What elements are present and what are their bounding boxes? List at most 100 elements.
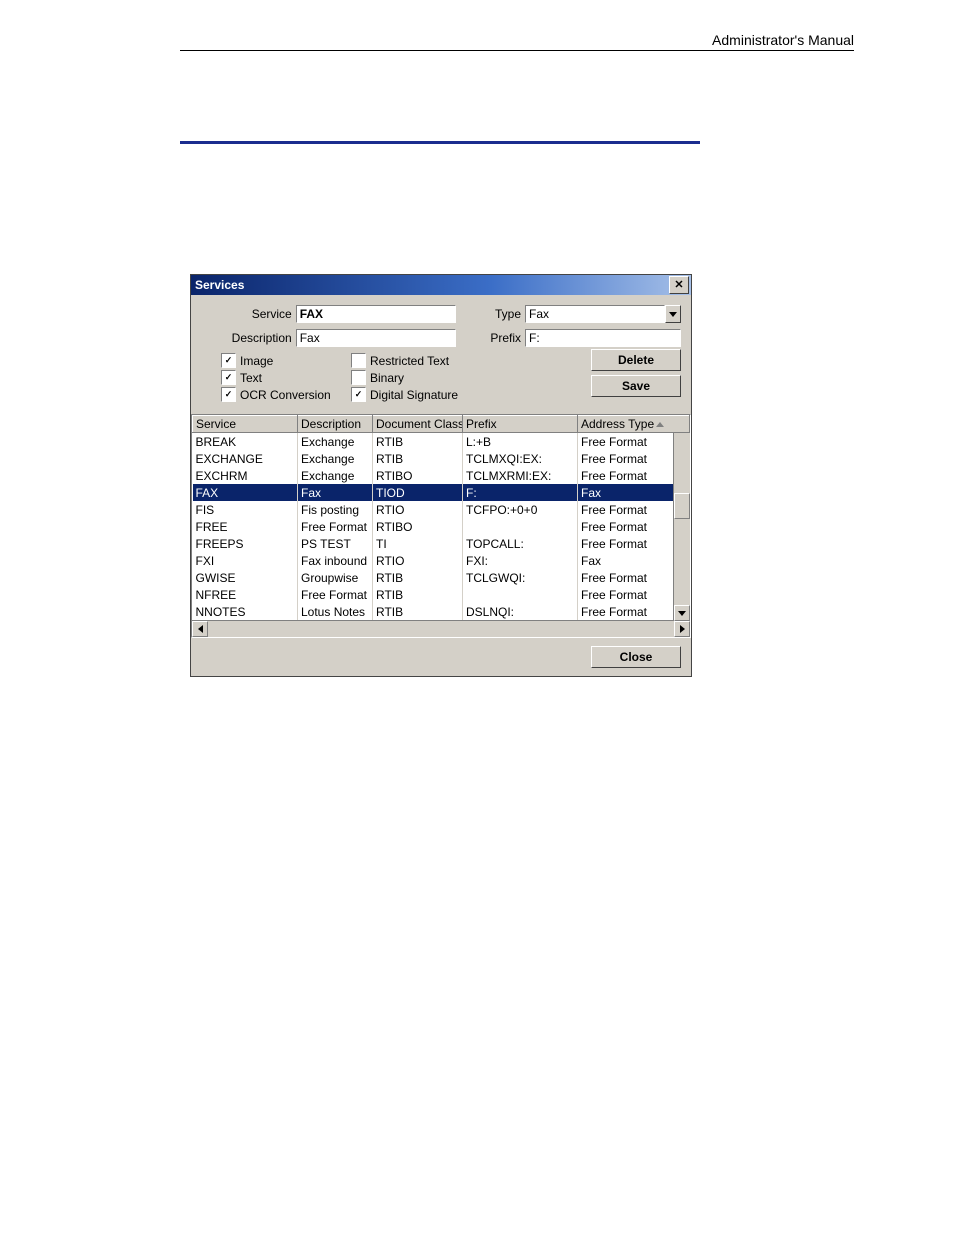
- close-icon[interactable]: ✕: [669, 276, 689, 294]
- scroll-down-icon[interactable]: [674, 605, 690, 621]
- checkbox-label: Digital Signature: [370, 388, 458, 402]
- table-cell: TCLMXQI:EX:: [463, 450, 578, 467]
- checkbox-label: Restricted Text: [370, 354, 449, 368]
- table-cell: Fis posting: [298, 501, 373, 518]
- table-cell: TIOD: [373, 484, 463, 501]
- table-row[interactable]: FAXFaxTIODF:Fax: [193, 484, 690, 501]
- column-header[interactable]: Address Type: [578, 416, 690, 433]
- table-cell: FXI:: [463, 552, 578, 569]
- table-cell: RTIB: [373, 450, 463, 467]
- prefix-field[interactable]: [525, 329, 681, 347]
- table-row[interactable]: FREEFree FormatRTIBOFree Format: [193, 518, 690, 535]
- checkbox-restricted[interactable]: Restricted Text: [351, 353, 501, 368]
- checkbox-icon[interactable]: ✓: [221, 387, 236, 402]
- services-dialog: Services ✕ Service Type Description Pref…: [190, 274, 692, 677]
- table-row[interactable]: EXCHANGEExchangeRTIBTCLMXQI:EX:Free Form…: [193, 450, 690, 467]
- table-cell: GWISE: [193, 569, 298, 586]
- table-row[interactable]: FXIFax inboundRTIOFXI:Fax: [193, 552, 690, 569]
- table-cell: FREEPS: [193, 535, 298, 552]
- table-cell: TCLMXRMI:EX:: [463, 467, 578, 484]
- type-label: Type: [472, 307, 525, 321]
- table-cell: TOPCALL:: [463, 535, 578, 552]
- service-field[interactable]: [296, 305, 456, 323]
- section-divider: [180, 141, 700, 144]
- vertical-scrollbar[interactable]: [673, 433, 690, 621]
- table-cell: EXCHRM: [193, 467, 298, 484]
- column-header[interactable]: Service: [193, 416, 298, 433]
- table-cell: Fax: [298, 484, 373, 501]
- table-row[interactable]: BREAKExchangeRTIBL:+BFree Format: [193, 433, 690, 451]
- table-cell: BREAK: [193, 433, 298, 451]
- checkbox-digsig[interactable]: ✓ Digital Signature: [351, 387, 501, 402]
- scroll-right-icon[interactable]: [674, 621, 690, 637]
- table-cell: FIS: [193, 501, 298, 518]
- table-cell: RTIB: [373, 569, 463, 586]
- table-cell: RTIBO: [373, 518, 463, 535]
- checkbox-label: OCR Conversion: [240, 388, 331, 402]
- checkbox-text[interactable]: ✓ Text: [221, 370, 351, 385]
- prefix-label: Prefix: [472, 331, 525, 345]
- table-cell: [463, 518, 578, 535]
- scroll-left-icon[interactable]: [192, 621, 208, 637]
- table-cell: NNOTES: [193, 603, 298, 620]
- checkbox-binary[interactable]: Binary: [351, 370, 501, 385]
- table-cell: Exchange: [298, 450, 373, 467]
- table-row[interactable]: NNOTESLotus NotesRTIBDSLNQI:Free Format: [193, 603, 690, 620]
- table-cell: TCFPO:+0+0: [463, 501, 578, 518]
- service-label: Service: [201, 307, 296, 321]
- save-button[interactable]: Save: [591, 375, 681, 397]
- close-button[interactable]: Close: [591, 646, 681, 668]
- checkbox-icon[interactable]: ✓: [221, 353, 236, 368]
- checkbox-label: Binary: [370, 371, 404, 385]
- services-grid[interactable]: ServiceDescriptionDocument ClassPrefixAd…: [191, 414, 691, 638]
- table-cell: RTIB: [373, 586, 463, 603]
- checkbox-icon[interactable]: ✓: [351, 387, 366, 402]
- table-row[interactable]: FISFis postingRTIOTCFPO:+0+0Free Format: [193, 501, 690, 518]
- title-bar: Services ✕: [191, 275, 691, 295]
- type-field[interactable]: [525, 305, 665, 323]
- table-cell: NFREE: [193, 586, 298, 603]
- checkbox-label: Text: [240, 371, 262, 385]
- table-cell: TCLGWQI:: [463, 569, 578, 586]
- checkbox-icon[interactable]: [351, 370, 366, 385]
- checkbox-label: Image: [240, 354, 273, 368]
- chevron-down-icon[interactable]: [665, 305, 681, 323]
- description-field[interactable]: [296, 329, 456, 347]
- checkbox-icon[interactable]: ✓: [221, 370, 236, 385]
- table-row[interactable]: EXCHRMExchangeRTIBOTCLMXRMI:EX:Free Form…: [193, 467, 690, 484]
- table-cell: EXCHANGE: [193, 450, 298, 467]
- table-cell: RTIB: [373, 603, 463, 620]
- table-cell: TI: [373, 535, 463, 552]
- description-label: Description: [201, 331, 296, 345]
- table-cell: Free Format: [298, 586, 373, 603]
- table-cell: DSLNQI:: [463, 603, 578, 620]
- checkbox-image[interactable]: ✓ Image: [221, 353, 351, 368]
- table-row[interactable]: NFREEFree FormatRTIBFree Format: [193, 586, 690, 603]
- table-cell: Fax inbound: [298, 552, 373, 569]
- table-row[interactable]: GWISEGroupwiseRTIBTCLGWQI:Free Format: [193, 569, 690, 586]
- table-cell: Exchange: [298, 467, 373, 484]
- horizontal-scrollbar[interactable]: [192, 620, 690, 637]
- page-header: Administrator's Manual: [180, 32, 854, 51]
- table-cell: RTIB: [373, 433, 463, 451]
- table-cell: Exchange: [298, 433, 373, 451]
- column-header[interactable]: Document Class: [373, 416, 463, 433]
- table-cell: FXI: [193, 552, 298, 569]
- checkbox-ocr[interactable]: ✓ OCR Conversion: [221, 387, 351, 402]
- table-cell: RTIO: [373, 501, 463, 518]
- type-dropdown[interactable]: [525, 305, 681, 323]
- delete-button[interactable]: Delete: [591, 349, 681, 371]
- table-row[interactable]: FREEPSPS TESTTITOPCALL:Free Format: [193, 535, 690, 552]
- checkbox-icon[interactable]: [351, 353, 366, 368]
- column-header[interactable]: Prefix: [463, 416, 578, 433]
- table-cell: RTIBO: [373, 467, 463, 484]
- table-cell: Groupwise: [298, 569, 373, 586]
- scroll-thumb[interactable]: [674, 493, 690, 519]
- table-cell: RTIO: [373, 552, 463, 569]
- column-header[interactable]: Description: [298, 416, 373, 433]
- table-cell: Lotus Notes: [298, 603, 373, 620]
- table-cell: Free Format: [298, 518, 373, 535]
- dialog-title: Services: [195, 278, 244, 292]
- table-cell: FREE: [193, 518, 298, 535]
- table-cell: F:: [463, 484, 578, 501]
